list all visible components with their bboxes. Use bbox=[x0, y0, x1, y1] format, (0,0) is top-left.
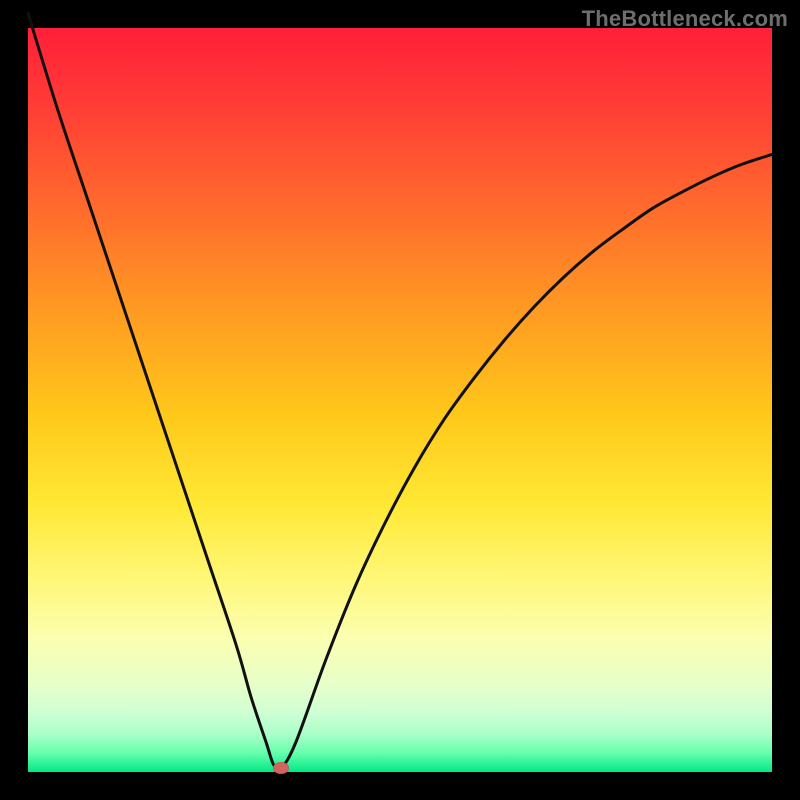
chart-frame: TheBottleneck.com bbox=[0, 0, 800, 800]
watermark-text: TheBottleneck.com bbox=[582, 6, 788, 32]
curve-path bbox=[28, 13, 772, 770]
bottleneck-curve bbox=[28, 28, 772, 772]
chart-plot-area bbox=[28, 28, 772, 772]
min-marker-dot bbox=[273, 762, 289, 774]
